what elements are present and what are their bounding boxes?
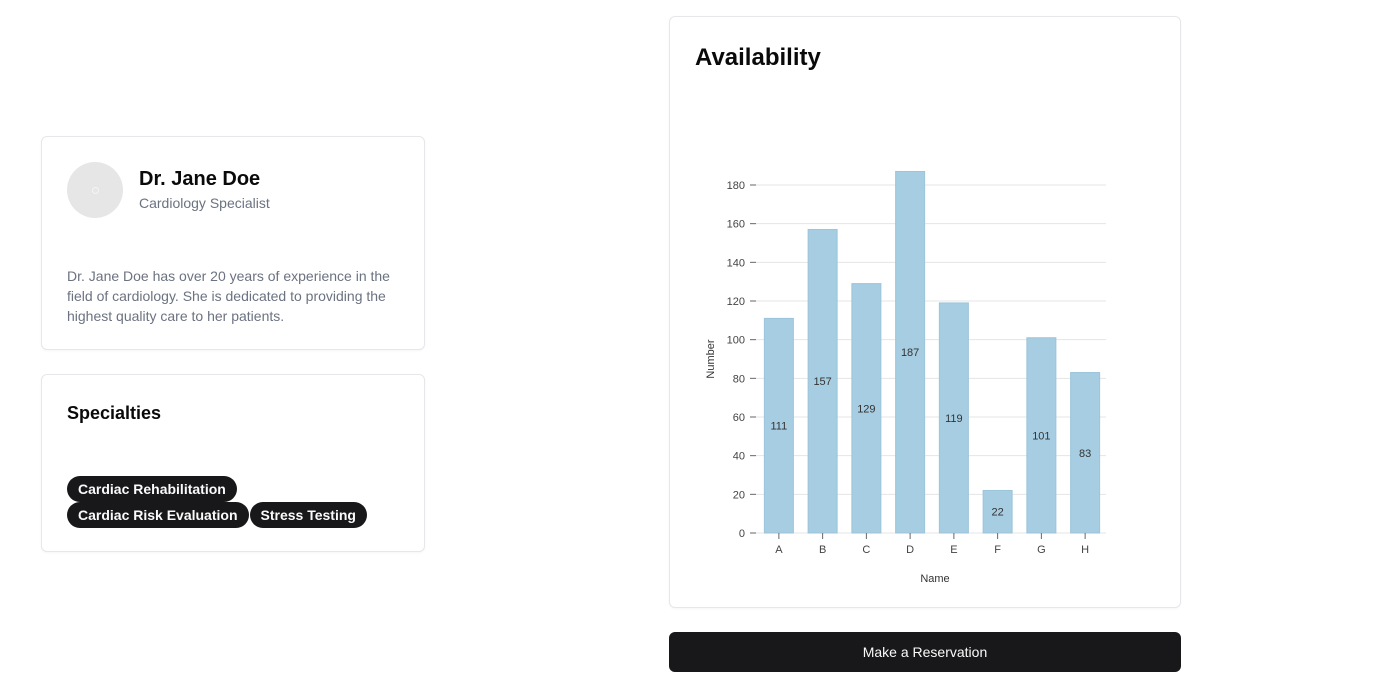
x-tick-label: A	[775, 544, 783, 556]
x-axis-title: Name	[920, 573, 949, 585]
doctor-name: Dr. Jane Doe	[139, 168, 261, 190]
y-tick-label: 60	[733, 412, 745, 424]
y-tick-label: 120	[727, 296, 745, 308]
availability-card: Availability 0 20 40 60 80 100 120 140 160 180 111…	[669, 16, 1181, 608]
specialty-tag: Cardiac Rehabilitation	[67, 476, 237, 502]
doctor-profile-card: Dr. Jane Doe Cardiology Specialist Dr. J…	[41, 136, 425, 350]
specialty-tag: Cardiac Risk Evaluation	[67, 502, 249, 528]
x-tick-label: G	[1037, 544, 1046, 556]
availability-bar-chart: 0 20 40 60 80 100 120 140 160 180 111 A 157 B 129 C 187 D…	[705, 170, 1106, 585]
avatar	[67, 162, 123, 218]
bar-value-label: 187	[901, 347, 919, 359]
x-tick-label: B	[819, 544, 826, 556]
y-axis-title: Number	[705, 339, 717, 378]
x-tick-label: F	[994, 544, 1001, 556]
bar-value-label: 119	[945, 413, 963, 425]
y-tick-label: 140	[727, 257, 745, 269]
y-tick-label: 160	[727, 219, 745, 231]
x-tick-label: D	[906, 544, 914, 556]
specialties-card: Specialties Cardiac Rehabilitation Cardi…	[41, 374, 425, 552]
bar-value-label: 129	[857, 403, 875, 415]
x-tick-label: E	[950, 544, 957, 556]
doctor-title: Cardiology Specialist	[139, 195, 270, 211]
y-tick-label: 20	[733, 489, 745, 501]
make-reservation-button[interactable]: Make a Reservation	[669, 632, 1181, 672]
y-tick-label: 80	[733, 373, 745, 385]
bar-value-label: 157	[813, 376, 831, 388]
bar-value-label: 111	[771, 421, 788, 433]
specialty-tag: Stress Testing	[249, 502, 367, 528]
y-tick-label: 100	[727, 335, 745, 347]
doctor-bio: Dr. Jane Doe has over 20 years of experi…	[67, 268, 390, 324]
x-tick-label: C	[862, 544, 870, 556]
y-tick-label: 0	[739, 528, 745, 540]
y-tick-label: 180	[727, 180, 745, 192]
bar-value-label: 83	[1079, 448, 1091, 460]
specialty-tags: Cardiac Rehabilitation Cardiac Risk Eval…	[67, 476, 407, 528]
x-tick-label: H	[1081, 544, 1089, 556]
y-tick-label: 40	[733, 451, 745, 463]
bar-value-label: 101	[1032, 430, 1050, 442]
specialties-heading: Specialties	[67, 403, 162, 423]
bar-value-label: 22	[992, 507, 1004, 519]
avatar-placeholder-icon	[91, 186, 99, 194]
